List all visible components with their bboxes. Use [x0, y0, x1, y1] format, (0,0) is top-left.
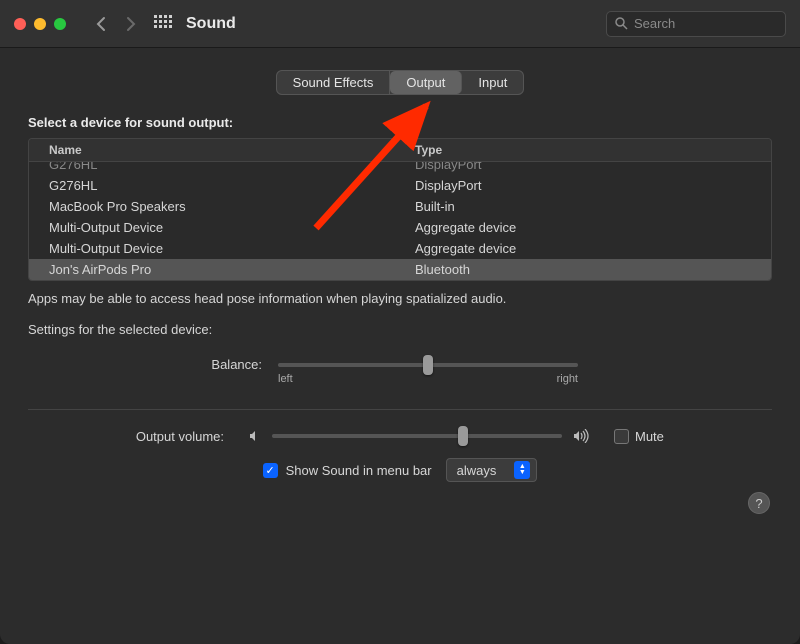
- device-type: Aggregate device: [409, 241, 771, 256]
- spatial-audio-footnote: Apps may be able to access head pose inf…: [28, 291, 772, 306]
- traffic-lights: [14, 18, 66, 30]
- forward-button[interactable]: [120, 13, 142, 35]
- column-name: Name: [29, 143, 409, 157]
- volume-thumb[interactable]: [458, 426, 468, 446]
- search-icon: [615, 17, 628, 30]
- table-row[interactable]: G276HLDisplayPort: [29, 162, 771, 175]
- column-type: Type: [409, 143, 771, 157]
- device-name: G276HL: [29, 178, 409, 193]
- balance-thumb[interactable]: [423, 355, 433, 375]
- tab-output[interactable]: Output: [390, 71, 462, 94]
- menubar-visibility-select[interactable]: always ▲▼: [446, 458, 538, 482]
- table-row[interactable]: Jon's AirPods ProBluetooth: [29, 259, 771, 280]
- balance-slider[interactable]: left right: [278, 355, 578, 385]
- table-row[interactable]: MacBook Pro SpeakersBuilt-in: [29, 196, 771, 217]
- output-device-table: Name Type G276HLDisplayPortG276HLDisplay…: [28, 138, 772, 281]
- output-volume-slider[interactable]: [272, 426, 562, 446]
- device-name: Jon's AirPods Pro: [29, 262, 409, 277]
- balance-label: Balance:: [28, 355, 278, 372]
- search-input[interactable]: Search: [606, 11, 786, 37]
- table-row[interactable]: Multi-Output DeviceAggregate device: [29, 217, 771, 238]
- chevron-updown-icon: ▲▼: [514, 461, 530, 479]
- balance-left-label: left: [278, 373, 293, 385]
- back-button[interactable]: [90, 13, 112, 35]
- device-type: DisplayPort: [409, 162, 771, 172]
- balance-right-label: right: [557, 373, 578, 385]
- volume-high-icon: [572, 429, 590, 443]
- tabs: Sound Effects Output Input: [28, 70, 772, 95]
- output-volume-label: Output volume:: [28, 429, 238, 444]
- divider: [28, 409, 772, 410]
- device-type: Built-in: [409, 199, 771, 214]
- sound-preferences-window: Sound Search Sound Effects Output Input …: [0, 0, 800, 644]
- output-volume-row: Output volume: Mute: [28, 426, 772, 446]
- table-row[interactable]: Multi-Output DeviceAggregate device: [29, 238, 771, 259]
- mute-checkbox[interactable]: [614, 429, 629, 444]
- mute-label: Mute: [635, 429, 664, 444]
- output-device-section-label: Select a device for sound output:: [28, 115, 772, 130]
- close-window-button[interactable]: [14, 18, 26, 30]
- device-name: MacBook Pro Speakers: [29, 199, 409, 214]
- device-name: Multi-Output Device: [29, 241, 409, 256]
- tab-sound-effects[interactable]: Sound Effects: [277, 71, 391, 94]
- device-name: G276HL: [29, 162, 409, 172]
- help-button[interactable]: ?: [748, 492, 770, 514]
- balance-row: Balance: left right: [28, 355, 772, 385]
- minimize-window-button[interactable]: [34, 18, 46, 30]
- show-all-prefs-button[interactable]: [154, 15, 172, 33]
- select-value: always: [457, 463, 497, 478]
- show-in-menubar-checkbox[interactable]: ✓: [263, 463, 278, 478]
- device-name: Multi-Output Device: [29, 220, 409, 235]
- table-row[interactable]: G276HLDisplayPort: [29, 175, 771, 196]
- device-settings-label: Settings for the selected device:: [28, 322, 772, 337]
- window-title: Sound: [186, 15, 236, 33]
- device-type: DisplayPort: [409, 178, 771, 193]
- search-placeholder: Search: [634, 16, 675, 31]
- table-header: Name Type: [29, 139, 771, 162]
- show-in-menubar-label: Show Sound in menu bar: [286, 463, 432, 478]
- volume-low-icon: [248, 429, 262, 443]
- menubar-row: ✓ Show Sound in menu bar always ▲▼: [28, 458, 772, 494]
- device-type: Bluetooth: [409, 262, 771, 277]
- titlebar: Sound Search: [0, 0, 800, 48]
- fullscreen-window-button[interactable]: [54, 18, 66, 30]
- tab-input[interactable]: Input: [462, 71, 523, 94]
- device-type: Aggregate device: [409, 220, 771, 235]
